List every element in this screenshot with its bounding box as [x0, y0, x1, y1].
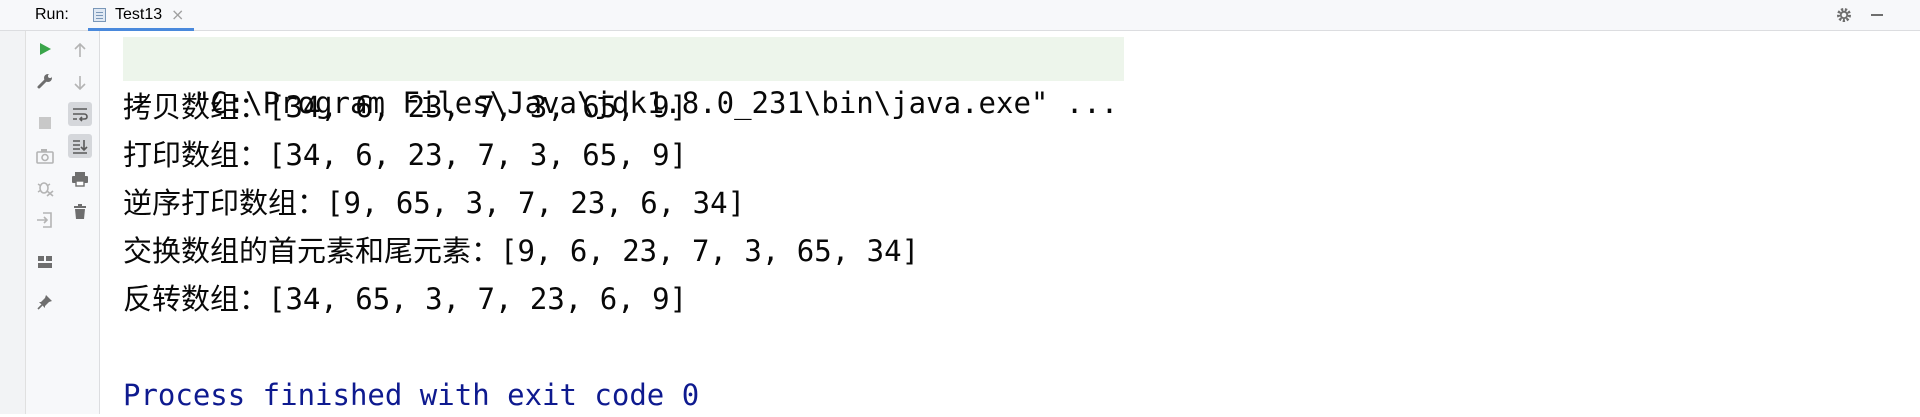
- layout-icon[interactable]: [33, 250, 57, 274]
- console-output[interactable]: "C:\Program Files\Java\jdk1.8.0_231\bin\…: [101, 31, 1920, 414]
- run-label: Run:: [35, 6, 69, 23]
- output-line: 拷贝数组：[34, 6, 23, 7, 3, 65, 9]: [123, 90, 688, 124]
- command-line: "C:\Program Files\Java\jdk1.8.0_231\bin\…: [123, 37, 1125, 120]
- arrow-up-icon[interactable]: [68, 38, 92, 62]
- output-line: 逆序打印数组：[9, 65, 3, 7, 23, 6, 34]: [123, 186, 746, 220]
- arrow-down-icon[interactable]: [68, 71, 92, 95]
- minimize-icon[interactable]: [1866, 4, 1888, 26]
- output-line: 打印数组：[34, 6, 23, 7, 3, 65, 9]: [123, 138, 688, 172]
- camera-icon[interactable]: [33, 144, 57, 168]
- close-icon[interactable]: ×: [171, 5, 184, 24]
- pin-icon[interactable]: [33, 290, 57, 314]
- run-icon[interactable]: [33, 37, 57, 61]
- debug-icon[interactable]: [33, 176, 57, 200]
- tab-label: Test13: [115, 6, 163, 23]
- scroll-to-end-icon[interactable]: [68, 134, 92, 158]
- run-toolbar: [26, 31, 64, 414]
- console-toolbar: [64, 31, 100, 414]
- wrench-icon[interactable]: [33, 69, 57, 93]
- output-line: 反转数组：[34, 65, 3, 7, 23, 6, 9]: [123, 282, 688, 316]
- run-tool-window-header: Run: Test13 ×: [0, 0, 1920, 31]
- tab-test13[interactable]: Test13 ×: [88, 0, 194, 31]
- trash-icon[interactable]: [68, 200, 92, 224]
- exit-message: Process finished with exit code 0: [123, 378, 700, 412]
- exit-icon[interactable]: [33, 208, 57, 232]
- stop-icon[interactable]: [33, 111, 57, 135]
- output-line: 交换数组的首元素和尾元素：[9, 6, 23, 7, 3, 65, 34]: [123, 234, 920, 268]
- gear-icon[interactable]: [1833, 4, 1855, 26]
- left-gutter: [0, 31, 26, 414]
- print-icon[interactable]: [68, 167, 92, 191]
- soft-wrap-icon[interactable]: [68, 102, 92, 126]
- file-icon: [93, 8, 106, 22]
